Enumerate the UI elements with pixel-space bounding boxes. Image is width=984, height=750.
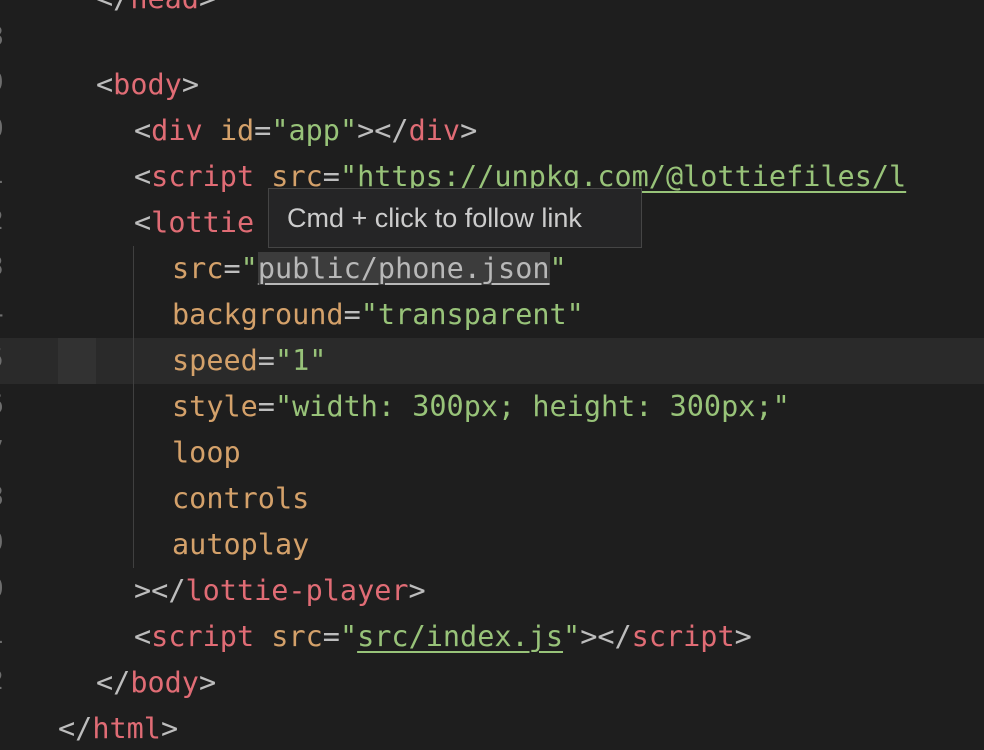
code-line[interactable]: speed="1" <box>0 338 984 384</box>
code-line[interactable]: ></lottie-player> <box>0 568 984 614</box>
code-line[interactable]: autoplay <box>0 522 984 568</box>
link-hover-tooltip: Cmd + click to follow link <box>268 188 642 248</box>
code-line[interactable]: style="width: 300px; height: 300px;" <box>0 384 984 430</box>
code-line[interactable]: loop <box>0 430 984 476</box>
code-line[interactable]: <body> <box>0 62 984 108</box>
code-line[interactable]: </html> <box>0 706 984 750</box>
code-line[interactable]: controls <box>0 476 984 522</box>
code-editor[interactable]: 7 8 9 0 1 2 3 4 5 6 7 8 9 0 1 2 </head> … <box>0 0 984 750</box>
code-line[interactable]: background="transparent" <box>0 292 984 338</box>
code-line[interactable]: </head> <box>0 0 984 22</box>
code-line[interactable]: </body> <box>0 660 984 706</box>
code-line[interactable]: <div id="app"></div> <box>0 108 984 154</box>
hovered-link[interactable]: public/phone.json <box>257 252 550 285</box>
code-line[interactable]: <script src="src/index.js"></script> <box>0 614 984 660</box>
code-line[interactable]: src="public/phone.json" <box>0 246 984 292</box>
index-js-link[interactable]: src/index.js <box>357 620 563 653</box>
